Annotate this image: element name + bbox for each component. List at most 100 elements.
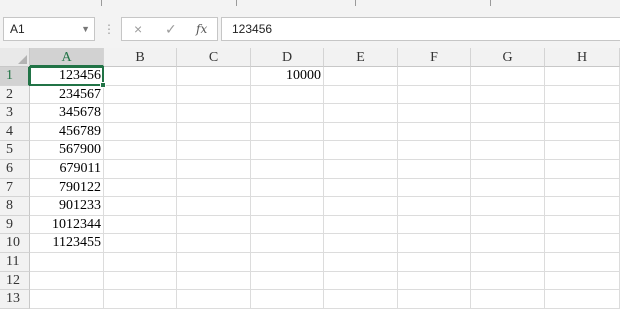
cell-c4[interactable] xyxy=(177,122,251,142)
cell-a6[interactable]: 679011 xyxy=(30,160,104,179)
cell-e13[interactable] xyxy=(324,290,398,309)
row-header-12[interactable]: 12 xyxy=(0,271,30,291)
cell-a4[interactable]: 456789 xyxy=(30,122,104,142)
cell-h11[interactable] xyxy=(545,253,620,272)
cell-e5[interactable] xyxy=(324,141,398,160)
cell-f5[interactable] xyxy=(398,141,471,160)
cell-h4[interactable] xyxy=(545,122,620,142)
fill-handle[interactable] xyxy=(100,82,106,88)
cell-h9[interactable] xyxy=(545,215,620,235)
cell-g13[interactable] xyxy=(471,290,545,309)
cell-a8[interactable]: 901233 xyxy=(30,197,104,216)
cell-d2[interactable] xyxy=(251,85,324,105)
cell-d8[interactable] xyxy=(251,197,324,216)
formula-input[interactable]: 123456 xyxy=(221,17,620,41)
cell-d10[interactable] xyxy=(251,234,324,253)
cell-d9[interactable] xyxy=(251,215,324,235)
name-box[interactable]: A1 ▼ xyxy=(3,17,95,41)
cell-e11[interactable] xyxy=(324,253,398,272)
cell-h7[interactable] xyxy=(545,178,620,198)
cell-h10[interactable] xyxy=(545,234,620,253)
row-header-11[interactable]: 11 xyxy=(0,253,30,272)
cell-b5[interactable] xyxy=(104,141,177,160)
cell-a5[interactable]: 567900 xyxy=(30,141,104,160)
cell-a7[interactable]: 790122 xyxy=(30,178,104,198)
cell-c1[interactable] xyxy=(177,67,251,86)
cell-a3[interactable]: 345678 xyxy=(30,104,104,123)
splitter-handle[interactable]: ⋮ xyxy=(103,22,115,36)
cell-e8[interactable] xyxy=(324,197,398,216)
column-header-e[interactable]: E xyxy=(324,48,398,67)
cell-b11[interactable] xyxy=(104,253,177,272)
row-header-7[interactable]: 7 xyxy=(0,178,30,198)
cell-a10[interactable]: 1123455 xyxy=(30,234,104,253)
cell-f2[interactable] xyxy=(398,85,471,105)
row-header-10[interactable]: 10 xyxy=(0,234,30,253)
cell-c2[interactable] xyxy=(177,85,251,105)
cell-d5[interactable] xyxy=(251,141,324,160)
row-header-13[interactable]: 13 xyxy=(0,290,30,309)
cell-b8[interactable] xyxy=(104,197,177,216)
cell-g12[interactable] xyxy=(471,271,545,291)
cell-f4[interactable] xyxy=(398,122,471,142)
cell-c5[interactable] xyxy=(177,141,251,160)
cell-b7[interactable] xyxy=(104,178,177,198)
cell-h13[interactable] xyxy=(545,290,620,309)
cell-e10[interactable] xyxy=(324,234,398,253)
row-header-5[interactable]: 5 xyxy=(0,141,30,160)
cell-b12[interactable] xyxy=(104,271,177,291)
cell-a13[interactable] xyxy=(30,290,104,309)
cell-g8[interactable] xyxy=(471,197,545,216)
cell-f1[interactable] xyxy=(398,67,471,86)
cell-e12[interactable] xyxy=(324,271,398,291)
cancel-icon[interactable]: × xyxy=(134,18,142,40)
cell-e2[interactable] xyxy=(324,85,398,105)
cell-e6[interactable] xyxy=(324,160,398,179)
row-header-1[interactable]: 1 xyxy=(0,67,30,86)
cell-f7[interactable] xyxy=(398,178,471,198)
cell-c11[interactable] xyxy=(177,253,251,272)
select-all-button[interactable] xyxy=(0,48,30,67)
cell-b4[interactable] xyxy=(104,122,177,142)
cell-e3[interactable] xyxy=(324,104,398,123)
cell-g1[interactable] xyxy=(471,67,545,86)
column-header-b[interactable]: B xyxy=(104,48,177,67)
cell-h8[interactable] xyxy=(545,197,620,216)
cell-a9[interactable]: 1012344 xyxy=(30,215,104,235)
cell-d7[interactable] xyxy=(251,178,324,198)
cell-d12[interactable] xyxy=(251,271,324,291)
row-header-3[interactable]: 3 xyxy=(0,104,30,123)
cell-h6[interactable] xyxy=(545,160,620,179)
row-header-8[interactable]: 8 xyxy=(0,197,30,216)
cell-g2[interactable] xyxy=(471,85,545,105)
cell-b9[interactable] xyxy=(104,215,177,235)
column-header-h[interactable]: H xyxy=(545,48,620,67)
cell-f13[interactable] xyxy=(398,290,471,309)
cell-b6[interactable] xyxy=(104,160,177,179)
cell-c3[interactable] xyxy=(177,104,251,123)
cell-g4[interactable] xyxy=(471,122,545,142)
cell-f6[interactable] xyxy=(398,160,471,179)
cell-c9[interactable] xyxy=(177,215,251,235)
cell-g5[interactable] xyxy=(471,141,545,160)
cell-h12[interactable] xyxy=(545,271,620,291)
column-header-c[interactable]: C xyxy=(177,48,251,67)
cell-d1[interactable]: 10000 xyxy=(251,67,324,86)
chevron-down-icon[interactable]: ▼ xyxy=(81,18,90,40)
cell-g6[interactable] xyxy=(471,160,545,179)
cell-f3[interactable] xyxy=(398,104,471,123)
cell-c6[interactable] xyxy=(177,160,251,179)
row-header-4[interactable]: 4 xyxy=(0,122,30,142)
cell-a12[interactable] xyxy=(30,271,104,291)
column-header-f[interactable]: F xyxy=(398,48,471,67)
cell-c10[interactable] xyxy=(177,234,251,253)
cell-f9[interactable] xyxy=(398,215,471,235)
cell-h2[interactable] xyxy=(545,85,620,105)
cell-f12[interactable] xyxy=(398,271,471,291)
row-header-2[interactable]: 2 xyxy=(0,85,30,105)
cell-d6[interactable] xyxy=(251,160,324,179)
cell-a2[interactable]: 234567 xyxy=(30,85,104,105)
cell-d3[interactable] xyxy=(251,104,324,123)
cell-b1[interactable] xyxy=(104,67,177,86)
column-header-d[interactable]: D xyxy=(251,48,324,67)
